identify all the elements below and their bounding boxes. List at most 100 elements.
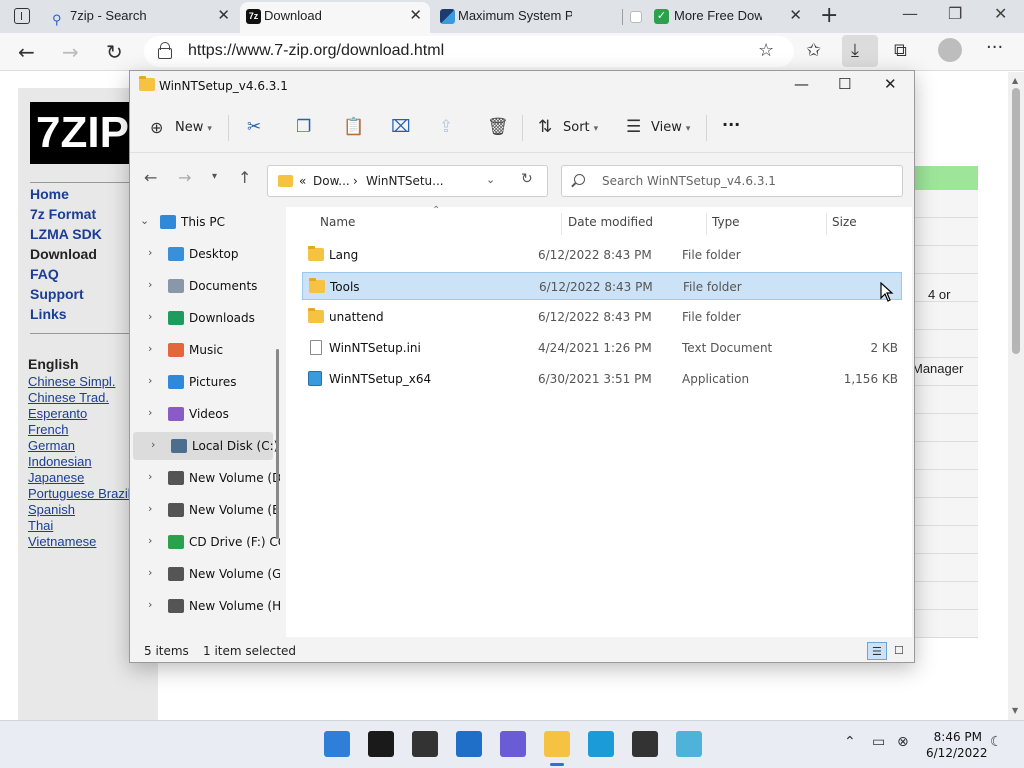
add-favorite-icon[interactable]: ☆ xyxy=(758,40,774,61)
chevron-right-icon[interactable]: › xyxy=(151,438,155,451)
nav-item[interactable]: › New Volume (D:) xyxy=(130,464,280,492)
nav-link-support[interactable]: Support xyxy=(30,286,102,306)
chevron-up-icon[interactable]: ⌃ xyxy=(844,734,856,750)
tab-actions-icon[interactable] xyxy=(14,8,30,24)
more-options-icon[interactable]: ··· xyxy=(986,37,1003,58)
search-icon[interactable] xyxy=(368,731,394,757)
column-header-type[interactable]: Type xyxy=(712,215,740,229)
scroll-up-icon[interactable]: ▲ xyxy=(1012,76,1018,85)
favorites-icon[interactable]: ✩ xyxy=(806,40,821,61)
collections-icon[interactable]: ⧉ xyxy=(894,40,907,61)
close-icon[interactable]: ✕ xyxy=(884,75,897,93)
language-link[interactable]: Portuguese Brazil xyxy=(28,486,138,502)
close-tab-icon[interactable]: ✕ xyxy=(409,2,422,30)
language-link[interactable]: Thai xyxy=(28,518,138,534)
nav-link-download[interactable]: Download xyxy=(30,246,102,266)
file-explorer-icon[interactable] xyxy=(544,731,570,766)
new-tab-button[interactable]: + xyxy=(820,3,838,28)
nav-item[interactable]: › Desktop xyxy=(130,240,270,268)
new-button[interactable]: New ▾ xyxy=(175,120,212,135)
chevron-right-icon[interactable]: › xyxy=(148,342,152,355)
network-icon[interactable]: ⊗ xyxy=(897,734,909,750)
recent-locations-icon[interactable]: ▾ xyxy=(212,171,217,182)
nav-item[interactable]: › Pictures xyxy=(130,368,270,396)
copy-icon[interactable]: ❐ xyxy=(296,117,311,137)
nav-item[interactable]: › Music xyxy=(130,336,270,364)
chevron-right-icon[interactable]: › xyxy=(148,406,152,419)
scroll-down-icon[interactable]: ▼ xyxy=(1012,706,1018,715)
language-link[interactable]: French xyxy=(28,422,138,438)
search-input[interactable]: Search WinNTSetup_v4.6.3.1 xyxy=(561,165,903,197)
url-field[interactable]: https://www.7-zip.org/download.html ☆ xyxy=(144,36,794,67)
store-icon[interactable] xyxy=(632,731,658,757)
language-link[interactable]: Esperanto xyxy=(28,406,138,422)
chevron-right-icon[interactable]: › xyxy=(148,470,152,483)
nav-link-lzma-sdk[interactable]: LZMA SDK xyxy=(30,226,102,246)
chevron-right-icon[interactable]: › xyxy=(148,534,152,547)
chevron-right-icon[interactable]: › xyxy=(148,278,152,291)
tiles-view-button[interactable]: ☐ xyxy=(890,642,910,660)
breadcrumb-overflow[interactable]: « xyxy=(299,174,306,188)
profile-avatar[interactable] xyxy=(938,38,962,62)
breadcrumb-downloads[interactable]: Dow... xyxy=(313,174,350,188)
nav-item[interactable]: › Documents xyxy=(130,272,270,300)
chevron-down-icon[interactable]: ⌄ xyxy=(140,214,149,227)
chevron-right-icon[interactable]: › xyxy=(148,598,152,611)
language-link[interactable]: Chinese Trad. xyxy=(28,390,138,406)
tab-more-free-downloads[interactable]: ✓ More Free Downloads ✕ xyxy=(626,2,810,33)
file-row[interactable]: Tools 6/12/2022 8:43 PM File folder xyxy=(302,272,902,300)
file-row[interactable]: unattend 6/12/2022 8:43 PM File folder xyxy=(302,303,902,331)
chevron-right-icon[interactable]: › xyxy=(148,310,152,323)
language-link[interactable]: Vietnamese xyxy=(28,534,138,550)
nav-link-home[interactable]: Home xyxy=(30,186,102,206)
tab-7zip-search[interactable]: ⚲ 7zip - Search ✕ xyxy=(46,2,238,33)
file-row[interactable]: Lang 6/12/2022 8:43 PM File folder xyxy=(302,241,902,269)
column-header-date[interactable]: Date modified xyxy=(568,215,653,229)
delete-icon[interactable]: 🗑 xyxy=(487,117,509,137)
nav-item[interactable]: › New Volume (H:) xyxy=(130,592,280,620)
chevron-right-icon[interactable]: › xyxy=(148,374,152,387)
display-icon[interactable]: ▭ xyxy=(872,734,885,750)
refresh-icon[interactable]: ↻ xyxy=(521,171,533,187)
close-tab-icon[interactable]: ✕ xyxy=(789,2,802,30)
cut-icon[interactable]: ✂ xyxy=(247,117,261,137)
chevron-right-icon[interactable]: › xyxy=(148,246,152,259)
nav-link-links[interactable]: Links xyxy=(30,306,102,326)
chat-icon[interactable] xyxy=(500,731,526,757)
language-link[interactable]: Indonesian xyxy=(28,454,138,470)
back-icon[interactable]: ← xyxy=(18,40,35,64)
address-bar[interactable]: « Dow... › WinNTSetu... ⌄ ↻ xyxy=(267,165,548,197)
share-icon[interactable]: ⇪ xyxy=(439,117,453,137)
chevron-down-icon[interactable]: ⌄ xyxy=(486,173,495,186)
up-icon[interactable]: ↑ xyxy=(238,168,251,187)
nav-item[interactable]: › CD Drive (F:) CC xyxy=(130,528,280,556)
downloads-button[interactable]: ⤓ xyxy=(842,35,878,67)
tab-download[interactable]: 7z Download ✕ xyxy=(240,2,430,33)
see-more-button[interactable]: ··· xyxy=(722,115,740,134)
explorer-title-bar[interactable]: WinNTSetup_v4.6.3.1 — ☐ ✕ xyxy=(130,71,914,103)
forward-icon[interactable]: → xyxy=(62,40,79,64)
column-separator[interactable] xyxy=(561,213,562,235)
refresh-icon[interactable]: ↻ xyxy=(106,40,123,64)
edge-icon[interactable] xyxy=(588,731,614,757)
back-icon[interactable]: ← xyxy=(144,168,157,187)
minimize-icon[interactable]: — xyxy=(794,75,809,93)
language-link[interactable]: German xyxy=(28,438,138,454)
sort-button[interactable]: Sort ▾ xyxy=(563,120,598,135)
chevron-right-icon[interactable]: › xyxy=(148,502,152,515)
tab-maximum-system-partition[interactable]: Maximum System Partition xyxy=(434,2,620,33)
nav-item[interactable]: › New Volume (G:) xyxy=(130,560,280,588)
nav-item[interactable]: ⌄ This PC xyxy=(130,208,270,236)
task-view-icon[interactable] xyxy=(412,731,438,757)
close-window-icon[interactable]: ✕ xyxy=(994,4,1007,23)
widgets-icon[interactable] xyxy=(456,731,482,757)
start-icon[interactable] xyxy=(324,731,350,757)
file-row[interactable]: WinNTSetup.ini 4/24/2021 1:26 PM Text Docu… xyxy=(302,334,902,362)
nav-item[interactable]: › Videos xyxy=(130,400,270,428)
close-tab-icon[interactable]: ✕ xyxy=(217,2,230,30)
tablet-icon[interactable] xyxy=(676,731,702,757)
file-row[interactable]: WinNTSetup_x64 6/30/2021 3:51 PM Applicati… xyxy=(302,365,902,393)
nav-item[interactable]: › Local Disk (C:) xyxy=(133,432,278,460)
column-separator[interactable] xyxy=(706,213,707,235)
column-header-size[interactable]: Size xyxy=(832,215,857,229)
